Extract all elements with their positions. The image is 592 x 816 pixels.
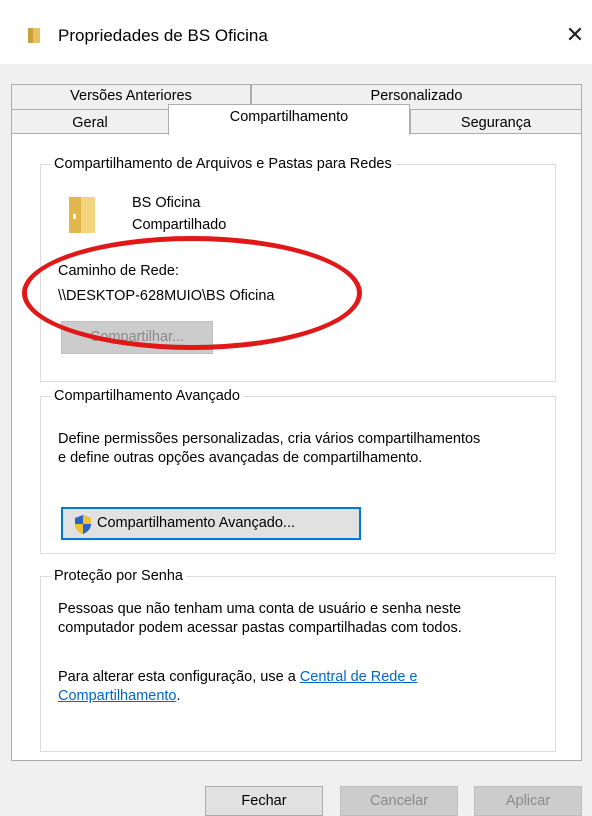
close-button[interactable]: Fechar [205, 786, 323, 816]
advanced-sharing-button[interactable]: Compartilhamento Avançado... [61, 507, 361, 540]
tab-geral[interactable]: Geral [11, 109, 169, 134]
change-setting-text: Para alterar esta configuração, use a [58, 669, 300, 685]
password-protection-description-1: Pessoas que não tenham uma conta de usuá… [58, 601, 462, 617]
share-button[interactable]: Compartilhar... [61, 321, 213, 354]
sharing-tab-panel: Compartilhamento de Arquivos e Pastas pa… [11, 133, 582, 761]
folder-icon [69, 197, 95, 233]
network-path-label: Caminho de Rede: [58, 263, 179, 279]
uac-shield-icon [75, 515, 91, 534]
group-legend: Compartilhamento Avançado [51, 387, 243, 405]
tab-label: Personalizado [370, 88, 463, 104]
tab-label: Compartilhamento [229, 109, 349, 125]
network-center-link-2[interactable]: Compartilhamento [58, 688, 176, 704]
folder-name: BS Oficina [132, 195, 201, 211]
close-icon[interactable]: ✕ [560, 20, 590, 50]
tab-compartilhamento[interactable]: Compartilhamento [168, 104, 410, 135]
apply-button[interactable]: Aplicar [474, 786, 582, 816]
window-title: Propriedades de BS Oficina [58, 26, 268, 45]
change-setting-line: Para alterar esta configuração, use a Ce… [58, 668, 418, 686]
network-path-value: \\DESKTOP-628MUIO\BS Oficina [58, 288, 275, 304]
tab-label: Geral [72, 115, 108, 131]
trailing-period: . [176, 688, 181, 704]
folder-share-status: Compartilhado [132, 217, 227, 233]
tab-seguranca[interactable]: Segurança [410, 109, 582, 134]
group-legend: Compartilhamento de Arquivos e Pastas pa… [51, 155, 395, 173]
cancel-button[interactable]: Cancelar [340, 786, 458, 816]
network-center-link[interactable]: Central de Rede e [300, 669, 418, 685]
advanced-sharing-description-1: Define permissões personalizadas, cria v… [58, 431, 481, 447]
tab-label: Versões Anteriores [70, 88, 192, 104]
group-legend: Proteção por Senha [51, 567, 186, 585]
password-protection-description-2: computador podem acessar pastas comparti… [58, 620, 462, 636]
title-bar: Propriedades de BS Oficina ✕ [0, 0, 592, 64]
folder-icon [28, 28, 40, 43]
tab-label: Segurança [460, 115, 532, 131]
advanced-sharing-description-2: e define outras opções avançadas de comp… [58, 450, 423, 466]
advanced-sharing-button-label: Compartilhamento Avançado... [97, 515, 296, 531]
change-setting-line-2: Compartilhamento. [58, 687, 181, 705]
